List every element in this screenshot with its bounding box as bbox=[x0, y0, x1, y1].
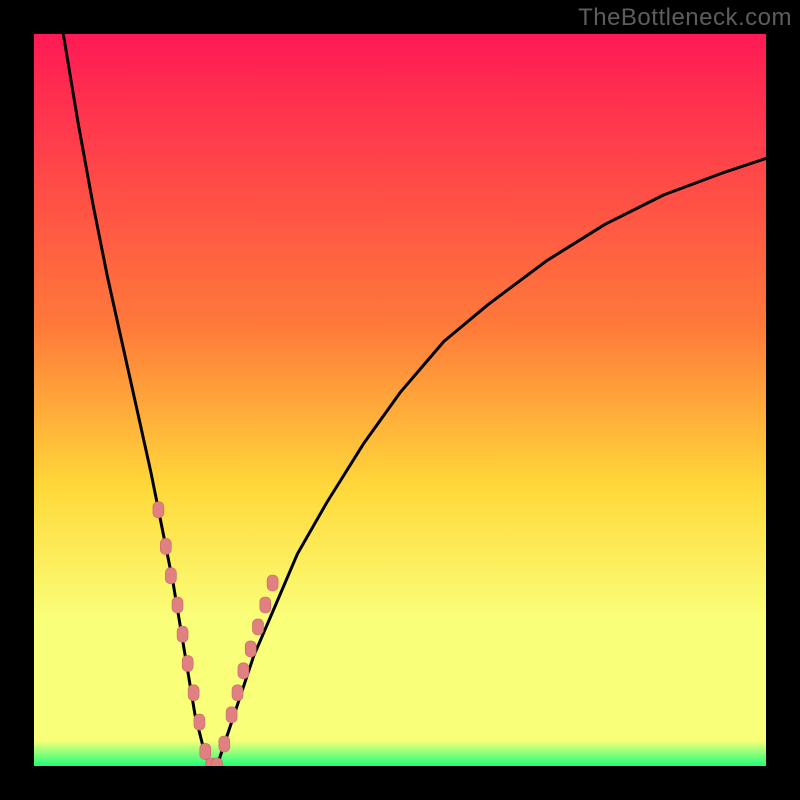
highlight-marker bbox=[226, 707, 237, 723]
highlight-marker bbox=[245, 641, 256, 657]
highlight-marker bbox=[232, 685, 243, 701]
highlight-marker bbox=[200, 743, 211, 759]
highlight-marker bbox=[219, 736, 230, 752]
highlight-marker bbox=[260, 597, 271, 613]
highlight-marker bbox=[194, 714, 205, 730]
highlight-marker bbox=[182, 656, 193, 672]
gradient-background bbox=[34, 34, 766, 766]
watermark-text: TheBottleneck.com bbox=[578, 4, 792, 32]
highlight-marker bbox=[238, 663, 249, 679]
chart-frame: TheBottleneck.com bbox=[0, 0, 800, 800]
bottleneck-plot-svg bbox=[34, 34, 766, 766]
highlight-marker bbox=[177, 626, 188, 642]
highlight-marker bbox=[172, 597, 183, 613]
plot-area bbox=[34, 34, 766, 766]
highlight-marker bbox=[153, 502, 164, 518]
highlight-marker bbox=[267, 575, 278, 591]
highlight-marker bbox=[212, 758, 223, 766]
highlight-marker bbox=[253, 619, 264, 635]
highlight-marker bbox=[160, 538, 171, 554]
highlight-marker bbox=[188, 685, 199, 701]
highlight-marker bbox=[165, 568, 176, 584]
